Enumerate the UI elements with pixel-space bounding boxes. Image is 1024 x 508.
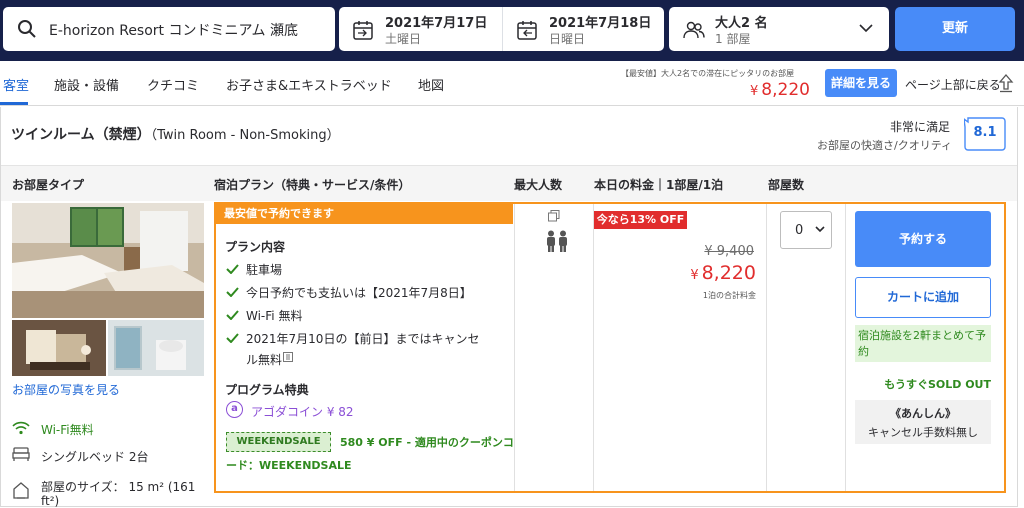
compare-icon[interactable]: [548, 210, 560, 222]
discount-badge: 今なら13% OFF: [594, 211, 687, 229]
coupon-tag: WEEKENDSALE: [226, 432, 331, 452]
header-room-type: お部屋タイプ: [12, 178, 85, 192]
rooms-count: 1 部屋: [715, 32, 751, 46]
header-plan: 宿泊プラン（特典・サービス/条件）: [214, 178, 411, 192]
destination-input[interactable]: E-horizon Resort コンドミニアム 瀬底: [3, 7, 335, 51]
room-photo-main[interactable]: [12, 203, 204, 318]
room-photos-link[interactable]: お部屋の写真を見る: [12, 381, 120, 398]
program-benefit-heading: プログラム特典: [225, 383, 309, 397]
chevron-down-icon: [815, 226, 825, 233]
plan-content-heading: プラン内容: [225, 240, 286, 254]
agoda-coin-text: アゴダコイン ¥ 82: [251, 405, 354, 419]
add-to-cart-button[interactable]: カートに追加: [855, 277, 991, 318]
check-icon: [226, 264, 239, 274]
room-quantity-value: 0: [795, 223, 804, 238]
price-note: 1泊の合計料金: [702, 291, 756, 300]
checkin-field[interactable]: 2021年7月17日 土曜日: [339, 7, 501, 51]
tab-children-extra-bed[interactable]: お子さま&エキストラベッド: [226, 75, 392, 94]
amenity-size: 部屋のサイズ： 15 m² (161: [41, 480, 196, 494]
lowest-price-note: 【最安値】大人2名での滞在にピッタリのお部屋: [621, 69, 795, 78]
coupon-desc: 580 ¥ OFF - 適用中のクーポンコ: [340, 436, 514, 449]
update-button[interactable]: 更新: [895, 7, 1015, 51]
benefit-item: 2021年7月10日の【前日】まではキャンセ: [246, 332, 480, 346]
house-icon: [13, 482, 29, 499]
checkout-day: 日曜日: [549, 32, 586, 46]
room-photo-towels[interactable]: [12, 320, 106, 376]
checkout-date: 2021年7月18日: [549, 16, 652, 31]
room-photo-bathroom[interactable]: [108, 320, 204, 376]
check-icon: [226, 333, 239, 343]
table-header: [1, 165, 1017, 201]
room-title: ツインルーム（禁煙）（Twin Room - Non-Smoking）: [11, 124, 340, 144]
best-price-banner: 最安値で予約できます: [216, 204, 513, 224]
check-icon: [226, 287, 239, 297]
two-persons-icon: [547, 230, 567, 252]
arrow-up-icon[interactable]: [998, 73, 1014, 93]
info-icon[interactable]: [283, 352, 293, 362]
score-value: 8.1: [973, 125, 997, 140]
column-divider: [766, 204, 767, 491]
check-icon: [226, 310, 239, 320]
header-rooms: 部屋数: [768, 178, 805, 192]
coupon-desc-cont: ード：WEEKENDSALE: [226, 459, 352, 472]
room-title-ja: ツインルーム（禁煙）: [11, 127, 151, 143]
guests-selector[interactable]: 大人2 名 1 部屋: [669, 7, 889, 51]
wifi-icon: [12, 421, 30, 435]
tab-facilities[interactable]: 施設・設備: [54, 75, 119, 94]
room-quantity-select[interactable]: 0: [780, 211, 832, 249]
column-divider: [514, 204, 515, 491]
score-badge: 8.1: [963, 117, 1006, 151]
tab-map[interactable]: 地図: [418, 75, 444, 94]
free-cancel-title: 《あんしん》: [890, 407, 956, 420]
bed-icon: [12, 447, 30, 461]
satisfaction-label: 非常に満足: [890, 120, 951, 134]
free-cancel-box: 《あんしん》 キャンセル手数料無し: [855, 400, 991, 444]
amenity-wifi: Wi-Fi無料: [41, 423, 94, 437]
calendar-checkin-icon: [353, 21, 373, 40]
nav-price: ¥8,220: [750, 80, 810, 100]
back-to-top-link[interactable]: ページ上部に戻る: [905, 76, 1001, 93]
benefit-item-cont: ル無料: [246, 353, 283, 367]
search-icon: [18, 20, 36, 38]
free-cancel-sub: キャンセル手数料無し: [868, 426, 978, 439]
column-divider: [845, 204, 846, 491]
people-icon: [683, 21, 705, 39]
header-price: 本日の料金｜1部屋/1泊: [594, 178, 724, 192]
benefit-item: 駐車場: [246, 263, 283, 277]
nav-price-symbol: ¥: [750, 84, 759, 99]
original-price: ¥ 9,400: [704, 244, 754, 259]
multi-property-note: 宿泊施設を2軒まとめて予約: [855, 325, 991, 362]
chevron-down-icon: [859, 24, 873, 33]
date-picker[interactable]: 2021年7月17日 土曜日 2021年7月18日 日曜日: [339, 7, 664, 51]
price-value: 8,220: [701, 262, 756, 284]
checkin-date: 2021年7月17日: [385, 16, 488, 31]
active-tab-indicator: [0, 102, 28, 105]
header-max-guests: 最大人数: [514, 178, 563, 192]
amenity-beds: シングルベッド 2台: [41, 450, 149, 464]
current-price: ¥8,220: [660, 262, 756, 284]
column-divider: [593, 204, 594, 491]
calendar-checkout-icon: [517, 21, 537, 40]
details-button[interactable]: 詳細を見る: [825, 69, 897, 97]
benefit-item: Wi-Fi 無料: [246, 309, 303, 323]
amenity-size-cont: ft²): [41, 494, 60, 508]
agoda-coin-icon: a: [226, 401, 243, 418]
destination-text: E-horizon Resort コンドミニアム 瀬底: [49, 23, 298, 39]
tab-reviews[interactable]: クチコミ: [147, 75, 199, 94]
price-symbol: ¥: [690, 268, 699, 283]
checkin-day: 土曜日: [385, 32, 422, 46]
checkout-field[interactable]: 2021年7月18日 日曜日: [502, 7, 664, 51]
satisfaction-sub: お部屋の快適さ/クオリティ: [817, 139, 953, 152]
guests-count: 大人2 名: [715, 16, 768, 31]
benefit-item: 今日予約でも支払いは【2021年7月8日】: [246, 286, 472, 300]
tab-rooms[interactable]: 客室: [3, 75, 29, 94]
reserve-button[interactable]: 予約する: [855, 211, 991, 267]
nav-price-value: 8,220: [761, 80, 810, 100]
soldout-notice: もうすぐSOLD OUT: [884, 378, 991, 391]
room-title-en: （Twin Room - Non-Smoking）: [150, 128, 340, 143]
